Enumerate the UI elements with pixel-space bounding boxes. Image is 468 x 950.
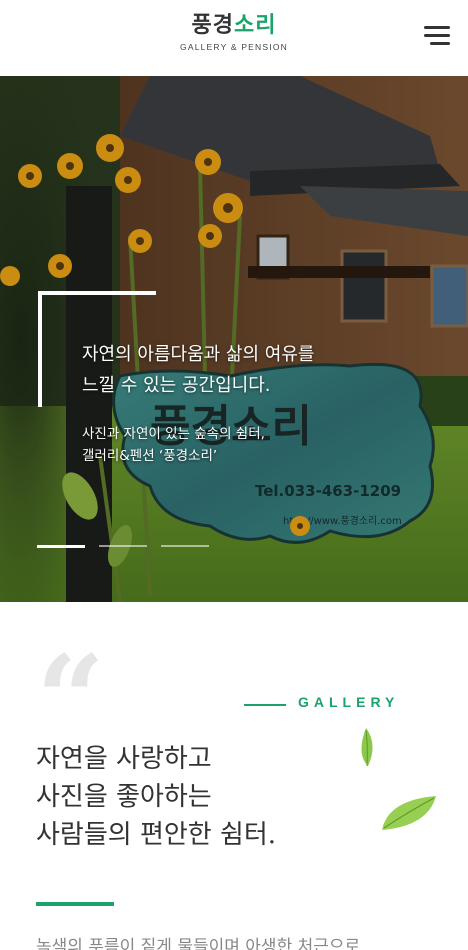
logo-subtitle: GALLERY & PENSION — [180, 42, 288, 52]
hero-title: 자연의 아름다움과 삶의 여유를 느낄 수 있는 공간입니다. — [82, 339, 422, 401]
hero-title-line: 자연의 아름다움과 삶의 여유를 — [82, 344, 315, 365]
menu-bar — [424, 34, 450, 37]
gallery-label: GALLERY — [298, 694, 400, 710]
hero-frame-left — [38, 291, 42, 407]
slide-indicator[interactable] — [99, 545, 147, 547]
hero-subtitle-line: 사진과 자연이 있는 숲속의 쉼터, — [82, 426, 265, 442]
hero-title-line: 느낄 수 있는 공간입니다. — [82, 375, 271, 396]
logo-text-part1: 풍경 — [191, 13, 234, 38]
gallery-heading-line: 자연을 사랑하고 — [36, 744, 212, 774]
menu-bar — [430, 42, 450, 45]
leaf-icon — [382, 796, 436, 830]
hamburger-menu-icon[interactable] — [424, 26, 450, 46]
slide-indicator[interactable] — [161, 545, 209, 547]
logo-wordmark: 풍경소리 — [0, 12, 468, 40]
slide-indicator[interactable] — [37, 544, 85, 548]
leaf-icon — [361, 728, 373, 767]
gallery-heading: 자연을 사랑하고 사진을 좋아하는 사람들의 편안한 쉼터. — [36, 740, 356, 854]
hero-slider[interactable]: 풍경소리 Tel.033-463-1209 http://www.풍경소리.co… — [0, 76, 468, 602]
gallery-label-line — [244, 704, 286, 706]
logo-text-part2: 소리 — [234, 13, 277, 38]
hero-frame-top — [38, 291, 156, 295]
site-logo[interactable]: 풍경소리 GALLERY & PENSION — [0, 12, 468, 52]
section-divider-bar — [36, 902, 114, 906]
hero-subtitle: 사진과 자연이 있는 숲속의 쉼터, 갤러리&펜션 ‘풍경소리’ — [82, 423, 422, 467]
menu-bar — [424, 26, 450, 29]
gallery-intro-text: 녹색의 푸름이 짙게 물들이며 아생한 처근으로 — [36, 937, 361, 950]
hero-subtitle-line: 갤러리&펜션 ‘풍경소리’ — [82, 448, 218, 464]
gallery-heading-line: 사진을 좋아하는 — [36, 782, 212, 812]
gallery-heading-line: 사람들의 편안한 쉼터. — [36, 820, 277, 850]
site-header: 풍경소리 GALLERY & PENSION — [0, 0, 468, 76]
